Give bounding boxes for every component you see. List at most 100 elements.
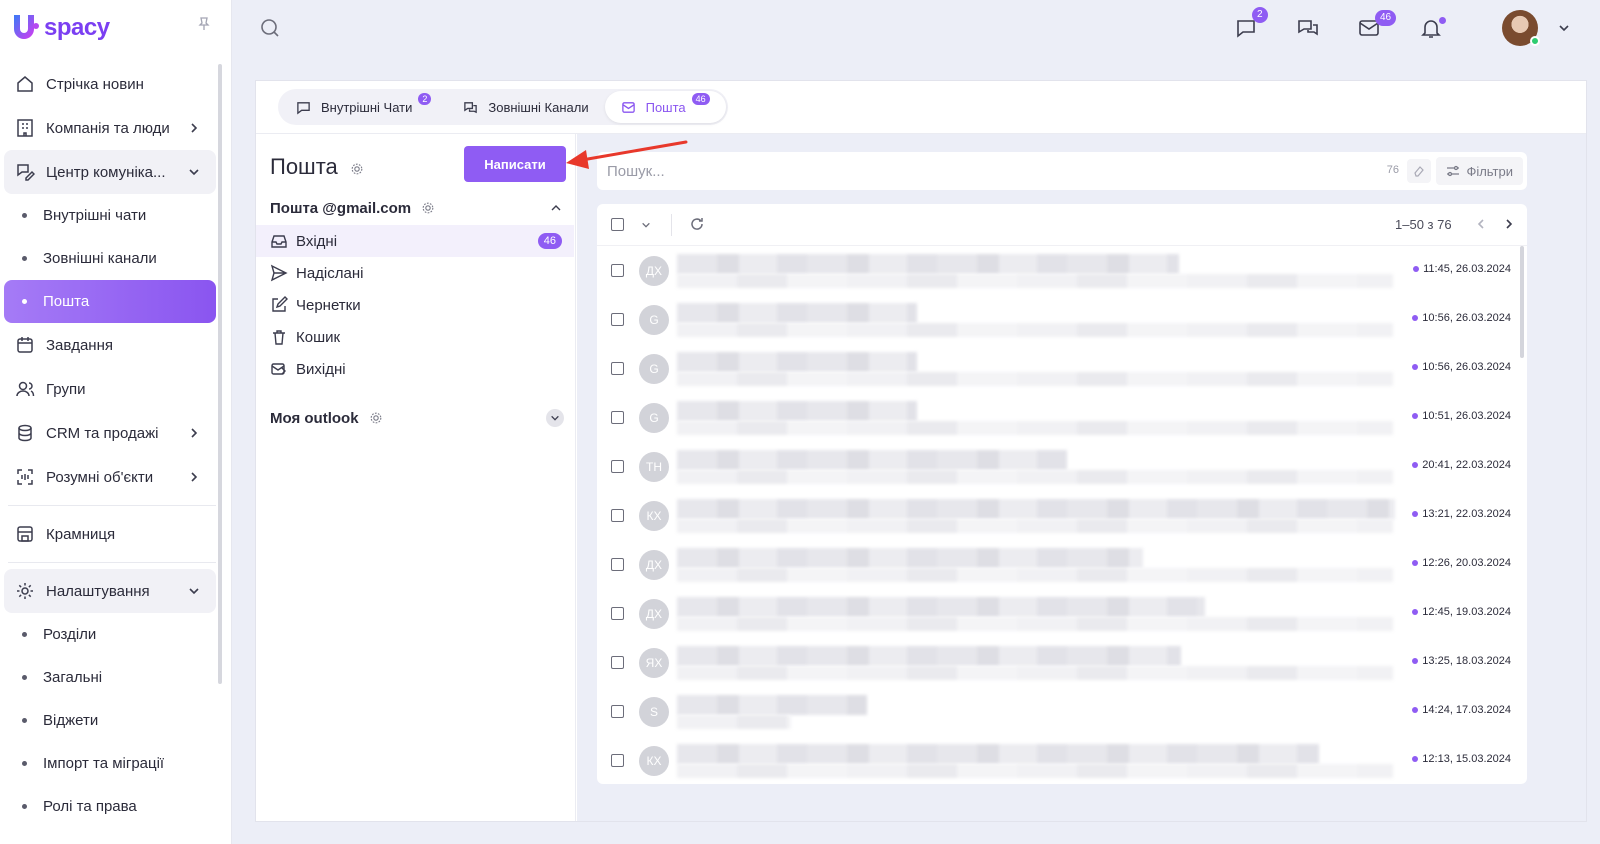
sidebar-item-settings[interactable]: Налаштування <box>4 569 216 613</box>
sidebar-item-general[interactable]: Загальні <box>4 656 216 699</box>
mail-account-outlook[interactable]: Моя outlook <box>270 406 570 430</box>
chevron-down-icon[interactable] <box>1558 22 1570 34</box>
chevron-right-icon[interactable] <box>1503 218 1515 230</box>
row-checkbox[interactable] <box>611 607 624 620</box>
sidebar-scrollbar[interactable] <box>218 64 222 684</box>
chats-icon[interactable] <box>1296 16 1320 40</box>
expand-toggle[interactable] <box>546 409 564 427</box>
table-row[interactable]: G 10:51, 26.03.2024 <box>597 393 1519 442</box>
compose-button[interactable]: Написати <box>464 146 566 182</box>
bullet <box>22 632 27 637</box>
chevron-left-icon[interactable] <box>1475 218 1487 230</box>
gear-icon[interactable] <box>350 162 364 176</box>
sidebar-item-smart-objects[interactable]: Розумні об'єкти <box>4 455 216 499</box>
sidebar-item-label: Компанія та люди <box>46 119 170 137</box>
blurred-preview <box>677 372 1393 386</box>
table-row[interactable]: ДХ 11:45, 26.03.2024 <box>597 246 1519 295</box>
chevron-up-icon[interactable] <box>550 202 562 214</box>
sidebar-item-internal-chats[interactable]: Внутрішні чати <box>4 194 216 237</box>
bullet <box>22 256 27 261</box>
table-row[interactable]: КХ 12:13, 15.03.2024 <box>597 736 1519 784</box>
sidebar-item-widgets[interactable]: Віджети <box>4 699 216 742</box>
unread-dot <box>1412 756 1419 762</box>
divider <box>8 505 216 506</box>
search-input[interactable] <box>607 162 1307 180</box>
mail-icon <box>621 101 635 113</box>
divider <box>671 214 672 236</box>
table-row[interactable]: ДХ 12:26, 20.03.2024 <box>597 540 1519 589</box>
sidebar-item-communication[interactable]: Центр комуніка... <box>4 150 216 194</box>
chevron-down-icon[interactable] <box>641 220 651 230</box>
row-checkbox[interactable] <box>611 362 624 375</box>
table-row[interactable]: ЯХ 13:25, 18.03.2024 <box>597 638 1519 687</box>
sidebar-item-label: Пошта <box>43 293 90 310</box>
sidebar-item-company[interactable]: Компанія та люди <box>4 106 216 150</box>
folder-trash[interactable]: Кошик <box>256 321 574 353</box>
bullet <box>22 804 27 809</box>
mail-account-gmail[interactable]: Пошта @gmail.com <box>270 196 570 220</box>
table-row[interactable]: ДХ 12:45, 19.03.2024 <box>597 589 1519 638</box>
chat-badge: 2 <box>1252 7 1268 23</box>
filters-label: Фільтри <box>1466 163 1513 179</box>
message-time: 12:45, 19.03.2024 <box>1412 606 1511 618</box>
sidebar-item-tasks[interactable]: Завдання <box>4 323 216 367</box>
row-checkbox[interactable] <box>611 656 624 669</box>
folder-inbox[interactable]: Вхідні 46 <box>256 225 574 257</box>
sidebar-item-groups[interactable]: Групи <box>4 367 216 411</box>
row-checkbox[interactable] <box>611 509 624 522</box>
sidebar-item-label: Крамниця <box>46 525 116 543</box>
table-row[interactable]: G 10:56, 26.03.2024 <box>597 344 1519 393</box>
tab-internal-chats[interactable]: Внутрішні Чати 2 <box>280 91 447 123</box>
row-checkbox[interactable] <box>611 558 624 571</box>
refresh-icon[interactable] <box>689 216 705 232</box>
folder-label: Чернетки <box>296 296 361 314</box>
folder-outbox[interactable]: Вихідні <box>256 353 574 385</box>
row-checkbox[interactable] <box>611 705 624 718</box>
sidebar-item-crm[interactable]: CRM та продажі <box>4 411 216 455</box>
tab-mail[interactable]: Пошта 46 <box>604 91 726 123</box>
row-checkbox[interactable] <box>611 264 624 277</box>
tab-external-channels[interactable]: Зовнішні Канали <box>447 91 604 123</box>
table-row[interactable]: G 10:56, 26.03.2024 <box>597 295 1519 344</box>
table-row[interactable]: ТН 20:41, 22.03.2024 <box>597 442 1519 491</box>
sidebar-item-mail[interactable]: Пошта <box>4 280 216 323</box>
row-checkbox[interactable] <box>611 460 624 473</box>
avatar: КХ <box>639 746 669 776</box>
gear-icon[interactable] <box>421 201 435 215</box>
logo[interactable]: spacy <box>10 10 110 46</box>
folder-drafts[interactable]: Чернетки <box>256 289 574 321</box>
tab-badge: 2 <box>418 93 432 105</box>
time-text: 20:41, 22.03.2024 <box>1422 459 1511 471</box>
folder-sent[interactable]: Надіслані <box>256 257 574 289</box>
sidebar-item-store[interactable]: Крамниця <box>4 512 216 556</box>
unread-dot <box>1412 511 1419 517</box>
sidebar-item-news[interactable]: Стрічка новин <box>4 62 216 106</box>
gear-icon[interactable] <box>369 411 383 425</box>
folder-label: Кошик <box>296 328 341 346</box>
clear-search-button[interactable] <box>1407 159 1431 183</box>
mail-list-scrollbar[interactable] <box>1520 246 1524 358</box>
blurred-preview <box>677 764 1393 778</box>
blurred-sender-subject <box>677 352 917 372</box>
row-checkbox[interactable] <box>611 754 624 767</box>
row-checkbox[interactable] <box>611 313 624 326</box>
sidebar-item-label: Центр комуніка... <box>46 163 166 181</box>
sidebar-item-external-channels[interactable]: Зовнішні канали <box>4 237 216 280</box>
row-checkbox[interactable] <box>611 411 624 424</box>
sidebar-item-sections[interactable]: Розділи <box>4 613 216 656</box>
table-row[interactable]: S 14:24, 17.03.2024 <box>597 687 1519 736</box>
inbox-icon <box>271 235 287 248</box>
edit-icon <box>272 296 288 312</box>
folder-label: Вхідні <box>296 232 338 250</box>
select-all-checkbox[interactable] <box>611 218 624 231</box>
message-time: 20:41, 22.03.2024 <box>1412 459 1511 471</box>
sidebar-item-roles[interactable]: Ролі та права <box>4 785 216 828</box>
sidebar-item-import[interactable]: Імпорт та міграції <box>4 742 216 785</box>
pin-icon[interactable] <box>196 16 212 32</box>
mail-badge: 46 <box>1375 10 1397 26</box>
filters-button[interactable]: Фільтри <box>1436 157 1523 185</box>
table-row[interactable]: КХ 13:21, 22.03.2024 <box>597 491 1519 540</box>
blurred-sender-subject <box>677 646 1181 666</box>
chevron-right-icon <box>191 123 198 133</box>
search-icon[interactable] <box>260 18 280 38</box>
